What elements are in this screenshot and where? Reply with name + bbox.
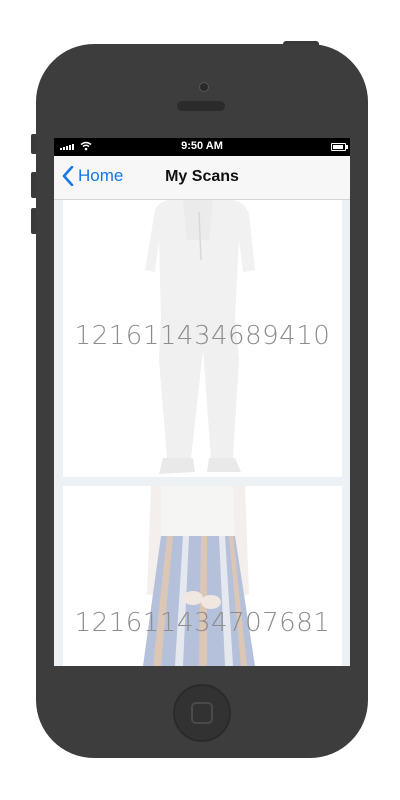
earpiece-speaker bbox=[177, 101, 225, 111]
home-button[interactable] bbox=[173, 684, 231, 742]
page-title: My Scans bbox=[165, 168, 239, 185]
screen: 9:50 AM Home My Scans 121611434689410 12… bbox=[54, 138, 350, 666]
scan-card[interactable]: 121611434707681 bbox=[63, 486, 342, 666]
status-time: 9:50 AM bbox=[181, 140, 223, 152]
scans-list[interactable]: 121611434689410 121611434707681 bbox=[54, 200, 350, 666]
product-image bbox=[63, 486, 342, 666]
navigation-bar: Home My Scans bbox=[54, 156, 350, 200]
device-frame: 9:50 AM Home My Scans 121611434689410 12… bbox=[0, 0, 400, 800]
front-camera bbox=[199, 82, 209, 92]
scan-code: 121611434689410 bbox=[74, 321, 331, 351]
battery-icon bbox=[331, 143, 348, 151]
scan-code: 121611434707681 bbox=[74, 608, 331, 638]
status-bar: 9:50 AM bbox=[54, 138, 350, 156]
scan-card[interactable]: 121611434689410 bbox=[63, 200, 342, 477]
home-square-icon bbox=[191, 702, 213, 724]
